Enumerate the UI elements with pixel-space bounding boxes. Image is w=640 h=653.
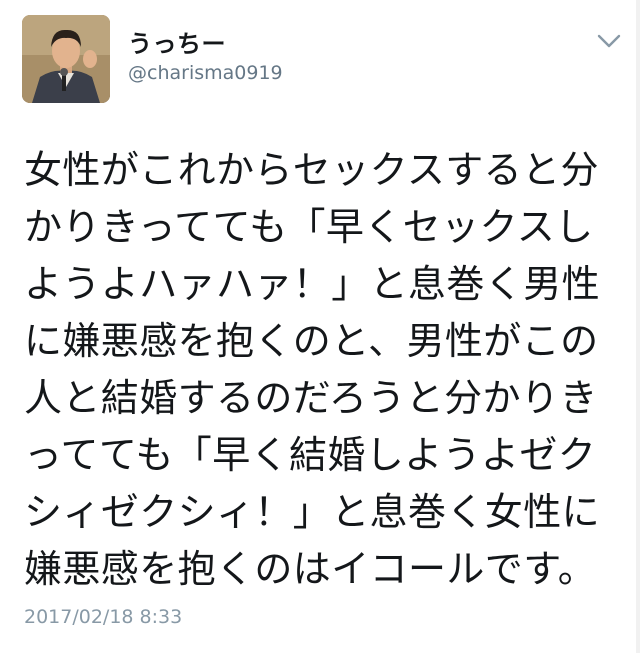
tweet-timestamp[interactable]: 2017/02/18 8:33	[24, 606, 182, 628]
scrollbar-track	[636, 0, 640, 653]
chevron-down-icon[interactable]	[596, 32, 622, 50]
avatar[interactable]	[22, 15, 110, 103]
author-display-name[interactable]: うっちー	[128, 24, 226, 59]
user-avatar-photo-icon	[22, 15, 110, 103]
author-handle[interactable]: @charisma0919	[128, 62, 283, 84]
tweet-card: うっちー @charisma0919 女性がこれからセックスすると分 かりきって…	[0, 0, 640, 653]
tweet-text: 女性がこれからセックスすると分 かりきってても「早くセックスし ようよハァハァ！…	[24, 148, 601, 591]
